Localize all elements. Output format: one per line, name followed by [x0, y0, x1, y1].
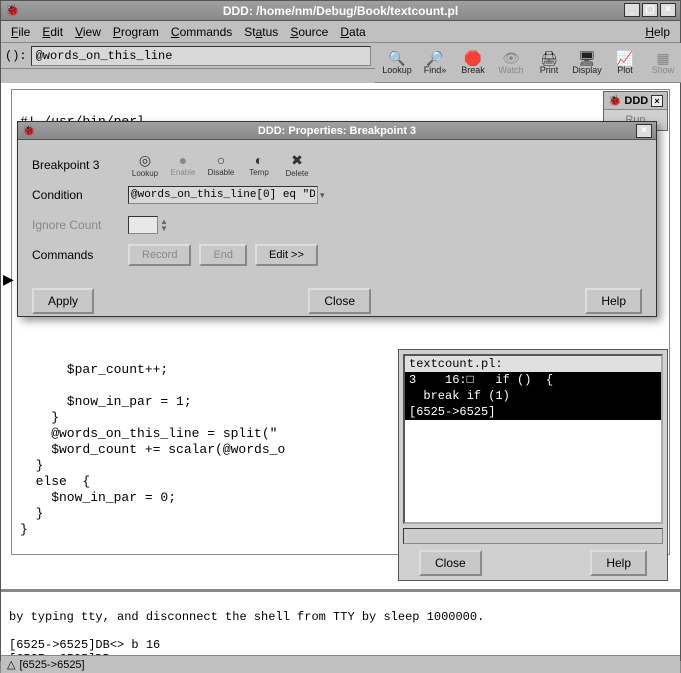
- temp-icon: ◐: [255, 152, 263, 168]
- titlebar: 🐞 DDD: /home/nm/Debug/Book/textcount.pl …: [1, 1, 680, 21]
- toolbar-plot[interactable]: 📈Plot: [607, 46, 643, 80]
- console-line: [6525->6525]: [405, 404, 661, 420]
- code-line: }: [20, 410, 59, 425]
- code-line: $now_in_par = 1;: [20, 394, 192, 409]
- menu-source[interactable]: Source: [284, 23, 334, 41]
- dialog-close-x[interactable]: ×: [636, 124, 652, 138]
- toolbar-lookup[interactable]: 🔍Lookup: [379, 46, 415, 80]
- console-scrollbar[interactable]: [403, 528, 663, 544]
- enable-icon: ●: [179, 152, 187, 168]
- bp-lookup-button[interactable]: ◎Lookup: [128, 152, 162, 178]
- menu-edit[interactable]: Edit: [36, 23, 69, 41]
- commands-label: Commands: [32, 248, 128, 262]
- code-line: }: [20, 506, 43, 521]
- gdb-line: by typing tty, and disconnect the shell …: [9, 610, 484, 624]
- condition-input[interactable]: [128, 186, 318, 204]
- breakpoint-label: Breakpoint 3: [32, 158, 128, 172]
- menu-view[interactable]: View: [69, 23, 107, 41]
- main-window: 🐞 DDD: /home/nm/Debug/Book/textcount.pl …: [0, 0, 681, 661]
- code-line: }: [20, 522, 28, 537]
- toolbar-watch[interactable]: 👁Watch: [493, 46, 529, 80]
- watch-icon: 👁: [502, 51, 520, 65]
- disable-icon: ○: [217, 152, 225, 168]
- toolbar-show[interactable]: ▦Show: [645, 46, 681, 80]
- debugger-console[interactable]: by typing tty, and disconnect the shell …: [1, 591, 680, 655]
- breakpoint-properties-dialog: 🐞 DDD: Properties: Breakpoint 3 × Breakp…: [17, 121, 657, 317]
- lookup-icon: 🔍: [388, 51, 405, 65]
- apply-button[interactable]: Apply: [32, 288, 94, 314]
- console-line: 3 16:□ if () {: [405, 372, 661, 388]
- cmd-prompt: ():: [5, 49, 27, 63]
- console-help-button[interactable]: Help: [590, 550, 647, 576]
- print-icon: 🖨: [540, 51, 558, 65]
- code-line: @words_on_this_line = split(": [20, 426, 277, 441]
- gdb-line: [6525->6525]DB<>: [9, 652, 124, 655]
- code-line: $now_in_par = 0;: [20, 490, 176, 505]
- menubar: File Edit View Program Commands Status S…: [1, 21, 680, 43]
- ddd-panel-title: DDD: [624, 95, 648, 107]
- console-title: textcount.pl:: [405, 356, 661, 372]
- stop-icon: 🛑: [464, 51, 481, 65]
- console-line: break if (1): [405, 388, 661, 404]
- menu-commands[interactable]: Commands: [165, 23, 238, 41]
- current-line-arrow-icon: ▶: [3, 271, 14, 288]
- chevron-down-icon[interactable]: ▼: [160, 225, 168, 232]
- status-bar: △ [6525->6525]: [1, 655, 680, 673]
- code-line: else {: [20, 474, 90, 489]
- toolbar-print[interactable]: 🖨Print: [531, 46, 567, 80]
- code-line: print "$word_count $line_count $par_: [20, 554, 301, 555]
- delete-icon: ✖: [291, 152, 303, 169]
- menu-program[interactable]: Program: [107, 23, 165, 41]
- plot-icon: 📈: [616, 51, 633, 65]
- argument-input[interactable]: [31, 46, 371, 66]
- bp-delete-button[interactable]: ✖Delete: [280, 152, 314, 178]
- close-button[interactable]: Close: [308, 288, 371, 314]
- ignore-count-label: Ignore Count: [32, 218, 128, 232]
- target-icon: ◎: [139, 152, 151, 169]
- gdb-line: [6525->6525]DB<> b 16: [9, 638, 160, 652]
- dropdown-icon[interactable]: ▾: [320, 190, 325, 201]
- end-button[interactable]: End: [199, 244, 247, 266]
- close-window-button[interactable]: ×: [660, 3, 676, 17]
- show-icon: ▦: [656, 51, 669, 65]
- ignore-count-input[interactable]: [128, 216, 158, 234]
- menu-status[interactable]: Status: [238, 23, 284, 41]
- toolbar-break[interactable]: 🛑Break: [455, 46, 491, 80]
- code-line: }: [20, 458, 43, 473]
- bp-disable-button[interactable]: ○Disable: [204, 152, 238, 178]
- console-body[interactable]: textcount.pl: 3 16:□ if () { break if (1…: [403, 354, 663, 524]
- status-text: [6525->6525]: [19, 659, 84, 671]
- ddd-panel-close[interactable]: ×: [651, 95, 663, 107]
- menu-file[interactable]: File: [5, 23, 36, 41]
- dialog-title: DDD: Properties: Breakpoint 3: [258, 125, 416, 137]
- record-button[interactable]: Record: [128, 244, 191, 266]
- bp-temp-button[interactable]: ◐Temp: [242, 152, 276, 178]
- maximize-button[interactable]: ▢: [642, 3, 658, 17]
- toolbar-find[interactable]: 🔎Find»: [417, 46, 453, 80]
- console-close-button[interactable]: Close: [419, 550, 482, 576]
- find-icon: 🔎: [426, 51, 443, 65]
- menu-data[interactable]: Data: [334, 23, 371, 41]
- help-button[interactable]: Help: [585, 288, 642, 314]
- code-line: $word_count += scalar(@words_o: [20, 442, 285, 457]
- machine-code-console: textcount.pl: 3 16:□ if () { break if (1…: [398, 349, 668, 581]
- window-title: DDD: /home/nm/Debug/Book/textcount.pl: [223, 4, 458, 18]
- menu-help[interactable]: Help: [639, 23, 676, 41]
- display-icon: 🖥: [578, 51, 596, 65]
- bug-icon: 🐞: [608, 94, 622, 107]
- minimize-button[interactable]: _: [624, 3, 640, 17]
- toolbar-display[interactable]: 🖥Display: [569, 46, 605, 80]
- bug-icon: 🐞: [22, 124, 36, 137]
- bp-enable-button[interactable]: ●Enable: [166, 152, 200, 178]
- app-icon: 🐞: [5, 3, 19, 17]
- condition-label: Condition: [32, 188, 128, 202]
- status-triangle-icon[interactable]: △: [7, 658, 15, 671]
- ignore-spinner[interactable]: ▲ ▼: [160, 218, 168, 232]
- edit-button[interactable]: Edit >>: [255, 244, 318, 266]
